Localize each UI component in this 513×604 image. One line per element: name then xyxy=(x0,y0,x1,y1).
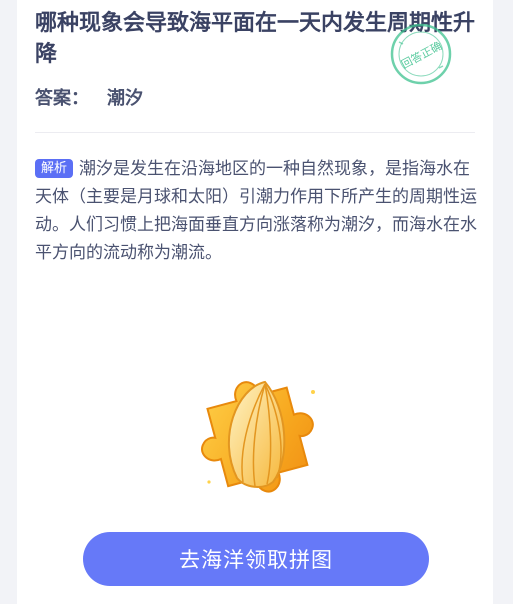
explanation-text: 潮汐是发生在沿海地区的一种自然现象，是指海水在天体（主要是月球和太阳）引潮力作用… xyxy=(35,159,477,263)
answer-card: 哪种现象会导致海平面在一天内发生周期性升降 答案： 潮汐 回答正确 解析 潮汐是发生… xyxy=(17,0,493,604)
divider xyxy=(35,132,475,133)
correct-stamp-icon: 回答正确 xyxy=(389,22,453,86)
explanation-badge: 解析 xyxy=(35,159,74,178)
stamp-text: 回答正确 xyxy=(399,38,444,71)
claim-puzzle-button[interactable]: 去海洋领取拼图 xyxy=(83,532,429,586)
puzzle-piece-seashell-icon xyxy=(185,356,335,506)
answer-label: 答案： xyxy=(35,88,89,109)
answer-row: 答案： 潮汐 xyxy=(35,84,143,110)
answer-value: 潮汐 xyxy=(107,88,143,109)
explanation: 解析 潮汐是发生在沿海地区的一种自然现象，是指海水在天体（主要是月球和太阳）引潮力… xyxy=(35,155,477,267)
